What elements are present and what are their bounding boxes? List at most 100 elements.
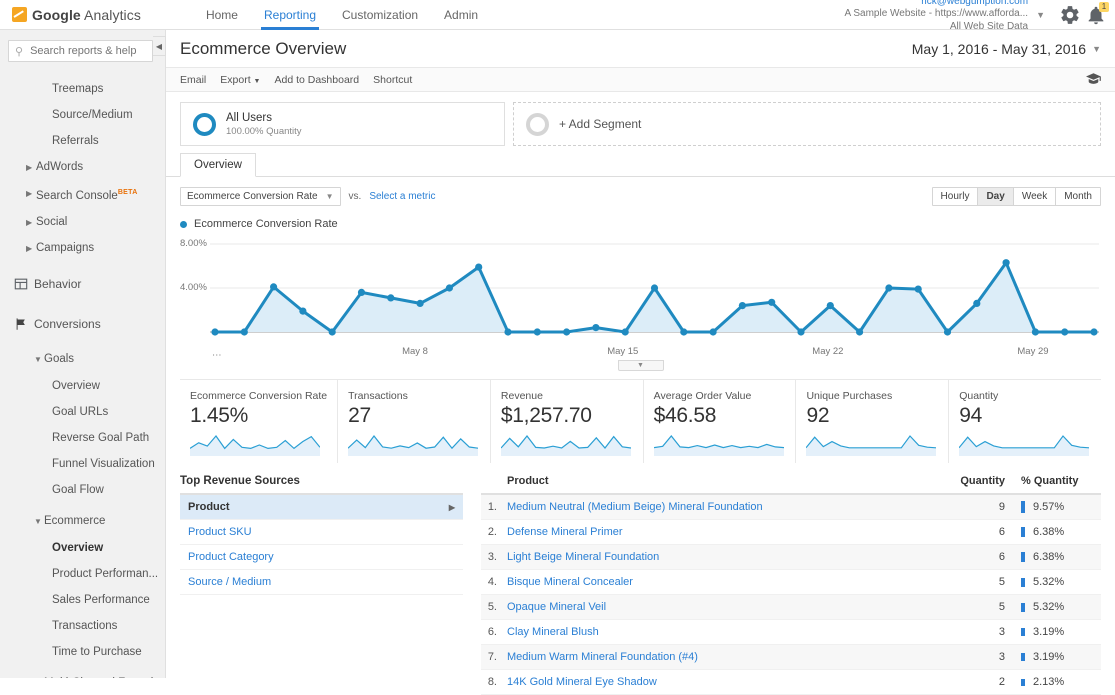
sidebar-item-source-medium[interactable]: Source/Medium bbox=[0, 102, 165, 128]
kpi-sparkline bbox=[805, 432, 938, 459]
sidebar-item-goals-overview[interactable]: Overview bbox=[0, 373, 165, 399]
line-chart[interactable]: 8.00% 4.00% bbox=[180, 236, 1101, 346]
chart-controls: Ecommerce Conversion Rate ▼ vs. Select a… bbox=[180, 187, 1101, 206]
table-row[interactable]: 6. Clay Mineral Blush 3 3.19% bbox=[481, 619, 1101, 646]
col-pct-quantity[interactable]: % Quantity bbox=[1009, 475, 1101, 495]
select-a-metric-link[interactable]: Select a metric bbox=[369, 191, 435, 202]
sidebar-item-social[interactable]: ▶ Social bbox=[0, 209, 165, 235]
col-quantity[interactable]: Quantity bbox=[951, 475, 1009, 495]
granularity-month[interactable]: Month bbox=[1056, 188, 1100, 205]
kpi-transactions[interactable]: Transactions 27 bbox=[338, 380, 491, 463]
revenue-source-source-medium[interactable]: Source / Medium bbox=[180, 570, 463, 595]
account-chevron-down-icon[interactable]: ▼ bbox=[1036, 10, 1045, 20]
sidebar-nav-list: Treemaps Source/Medium Referrals ▶ AdWor… bbox=[0, 70, 165, 678]
brand-google: Google bbox=[32, 6, 81, 23]
sidebar-item-multi-channel-funnels[interactable]: ▶ Multi-Channel Funnels bbox=[0, 669, 165, 678]
nav-home[interactable]: Home bbox=[193, 0, 251, 30]
metric-selector[interactable]: Ecommerce Conversion Rate ▼ bbox=[180, 187, 341, 206]
col-index bbox=[481, 475, 503, 495]
revenue-source-label: Source / Medium bbox=[188, 576, 272, 588]
table-row[interactable]: 2. Defense Mineral Primer 6 6.38% bbox=[481, 519, 1101, 546]
sidebar-item-time-to-purchase[interactable]: Time to Purchase bbox=[0, 639, 165, 665]
row-product-name[interactable]: Bisque Mineral Concealer bbox=[503, 569, 951, 596]
nav-customization[interactable]: Customization bbox=[329, 0, 431, 30]
sidebar-item-label: Social bbox=[36, 215, 68, 228]
granularity-hourly[interactable]: Hourly bbox=[932, 188, 979, 205]
gear-icon[interactable] bbox=[1059, 4, 1081, 26]
export-button[interactable]: Export ▼ bbox=[220, 74, 260, 86]
chart-collapse-handle[interactable]: ▼ bbox=[617, 360, 664, 371]
revenue-source-product-sku[interactable]: Product SKU bbox=[180, 520, 463, 545]
row-product-name[interactable]: Defense Mineral Primer bbox=[503, 519, 951, 546]
table-row[interactable]: 3. Light Beige Mineral Foundation 6 6.38% bbox=[481, 544, 1101, 571]
shortcut-button[interactable]: Shortcut bbox=[373, 74, 412, 86]
sidebar-item-label: Ecommerce bbox=[44, 514, 106, 527]
sidebar-item-adwords[interactable]: ▶ AdWords bbox=[0, 154, 165, 180]
sidebar-item-sales-performance[interactable]: Sales Performance bbox=[0, 587, 165, 613]
sidebar-item-ecommerce[interactable]: ▼ Ecommerce bbox=[0, 507, 165, 535]
row-product-name[interactable]: Medium Warm Mineral Foundation (#4) bbox=[503, 644, 951, 671]
table-row[interactable]: 5. Opaque Mineral Veil 5 5.32% bbox=[481, 594, 1101, 621]
sidebar-item-conversions[interactable]: Conversions bbox=[0, 307, 165, 341]
sidebar-item-ecommerce-overview[interactable]: Overview bbox=[0, 535, 165, 561]
sidebar-item-referrals[interactable]: Referrals bbox=[0, 128, 165, 154]
segment-name: All Users bbox=[226, 111, 273, 124]
table-row[interactable]: 4. Bisque Mineral Concealer 5 5.32% bbox=[481, 569, 1101, 596]
granularity-day[interactable]: Day bbox=[978, 188, 1014, 205]
segment-sub: 100.00% Quantity bbox=[226, 125, 302, 137]
row-product-name[interactable]: Clay Mineral Blush bbox=[503, 619, 951, 646]
notifications-bell-icon[interactable]: 1 bbox=[1085, 1, 1109, 26]
sidebar-item-funnel-visualization[interactable]: Funnel Visualization bbox=[0, 451, 165, 477]
sidebar-item-treemaps[interactable]: Treemaps bbox=[0, 76, 165, 102]
sidebar-item-behavior[interactable]: Behavior bbox=[0, 267, 165, 301]
sidebar-item-transactions[interactable]: Transactions bbox=[0, 613, 165, 639]
account-email[interactable]: rick@webgumption.com bbox=[844, 0, 1028, 8]
main-content: Ecommerce Overview May 1, 2016 - May 31,… bbox=[166, 30, 1115, 695]
row-pct-quantity: 6.38% bbox=[1009, 544, 1101, 571]
sidebar-item-reverse-goal-path[interactable]: Reverse Goal Path bbox=[0, 425, 165, 451]
graduation-cap-icon[interactable] bbox=[1086, 72, 1101, 88]
sidebar-item-label: Conversions bbox=[34, 316, 101, 331]
kpi-ecommerce-conversion-rate[interactable]: Ecommerce Conversion Rate 1.45% bbox=[180, 380, 339, 463]
nav-reporting[interactable]: Reporting bbox=[251, 0, 329, 30]
search-box[interactable]: ⚲ bbox=[8, 40, 153, 62]
add-segment-button[interactable]: + Add Segment bbox=[513, 102, 1101, 146]
sidebar-collapse-toggle[interactable]: ◀ bbox=[153, 36, 166, 56]
add-to-dashboard-button[interactable]: Add to Dashboard bbox=[274, 74, 359, 86]
kpi-sparkline bbox=[653, 432, 786, 459]
sidebar-item-goals[interactable]: ▼ Goals bbox=[0, 345, 165, 373]
sidebar-item-search-console[interactable]: ▶ Search ConsoleBETA bbox=[0, 180, 165, 209]
x-axis-tick: May 8 bbox=[402, 346, 428, 357]
kpi-quantity[interactable]: Quantity 94 bbox=[949, 380, 1101, 463]
tab-bar: Overview bbox=[166, 146, 1115, 177]
sidebar-item-campaigns[interactable]: ▶ Campaigns bbox=[0, 235, 165, 261]
row-index: 3. bbox=[481, 544, 503, 571]
granularity-week[interactable]: Week bbox=[1013, 188, 1057, 205]
row-quantity: 5 bbox=[951, 594, 1009, 621]
col-product[interactable]: Product bbox=[503, 475, 951, 495]
google-analytics-logo[interactable]: Google Analytics bbox=[12, 7, 141, 23]
search-input[interactable] bbox=[28, 44, 146, 58]
date-range-picker[interactable]: May 1, 2016 - May 31, 2016 ▼ bbox=[912, 41, 1101, 57]
kpi-average-order-value[interactable]: Average Order Value $46.58 bbox=[644, 380, 797, 463]
segment-all-users[interactable]: All Users 100.00% Quantity bbox=[180, 102, 505, 146]
revenue-source-product-category[interactable]: Product Category bbox=[180, 545, 463, 570]
table-row[interactable]: 7. Medium Warm Mineral Foundation (#4) 3 3.… bbox=[481, 644, 1101, 671]
row-product-name[interactable]: Light Beige Mineral Foundation bbox=[503, 544, 951, 571]
table-row[interactable]: 8. 14K Gold Mineral Eye Shadow 2 2.13% bbox=[481, 669, 1101, 695]
revenue-source-product[interactable]: Product ▶ bbox=[180, 495, 463, 520]
row-product-name[interactable]: 14K Gold Mineral Eye Shadow bbox=[503, 669, 951, 695]
nav-admin[interactable]: Admin bbox=[431, 0, 491, 30]
row-product-name[interactable]: Opaque Mineral Veil bbox=[503, 594, 951, 621]
tab-overview[interactable]: Overview bbox=[180, 153, 256, 177]
sidebar-item-goal-flow[interactable]: Goal Flow bbox=[0, 477, 165, 503]
kpi-revenue[interactable]: Revenue $1,257.70 bbox=[491, 380, 644, 463]
revenue-source-label: Product SKU bbox=[188, 526, 252, 538]
kpi-unique-purchases[interactable]: Unique Purchases 92 bbox=[796, 380, 950, 463]
sidebar-item-product-performance[interactable]: Product Performan... bbox=[0, 561, 165, 587]
table-row[interactable]: 1. Medium Neutral (Medium Beige) Mineral … bbox=[481, 494, 1101, 521]
sidebar-item-goal-urls[interactable]: Goal URLs bbox=[0, 399, 165, 425]
row-product-name[interactable]: Medium Neutral (Medium Beige) Mineral Fo… bbox=[503, 494, 951, 521]
email-button[interactable]: Email bbox=[180, 74, 206, 86]
row-index: 4. bbox=[481, 569, 503, 596]
